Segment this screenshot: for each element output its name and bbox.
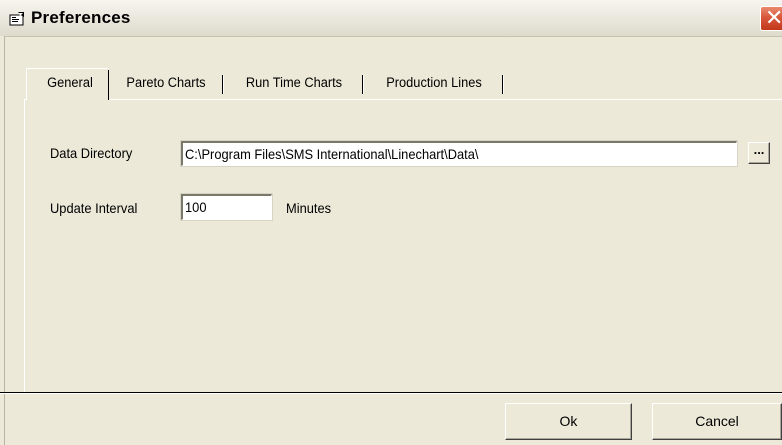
tab-divider [108,70,109,100]
tab-divider [362,75,363,94]
update-interval-value: 100 [185,199,207,215]
close-button[interactable]: ✕ [760,6,782,31]
browse-button[interactable]: ... [748,142,770,164]
window-border [0,36,5,445]
tab-pareto-charts[interactable]: Pareto Charts [114,68,219,98]
close-icon: ✕ [765,6,782,31]
preferences-icon [9,12,24,26]
update-interval-label: Update Interval [50,200,138,216]
tab-general[interactable]: General [36,68,104,98]
tab-divider [222,75,223,94]
data-directory-input[interactable]: C:\Program Files\SMS International\Linec… [180,140,738,167]
data-directory-value: C:\Program Files\SMS International\Linec… [185,146,479,162]
tab-divider [502,75,503,94]
footer-divider-highlight [0,393,782,394]
title-bar[interactable]: Preferences ✕ [0,0,782,37]
preferences-window: Preferences ✕ General Pareto Charts Run … [0,0,782,445]
window-title: Preferences [31,8,131,27]
update-interval-input[interactable]: 100 [180,193,273,221]
update-interval-unit: Minutes [286,200,332,216]
tab-production-lines[interactable]: Production Lines [372,68,496,98]
cancel-button[interactable]: Cancel [652,403,782,440]
data-directory-label: Data Directory [50,145,133,161]
ok-button[interactable]: Ok [505,403,632,440]
tab-run-time-charts[interactable]: Run Time Charts [232,68,356,98]
